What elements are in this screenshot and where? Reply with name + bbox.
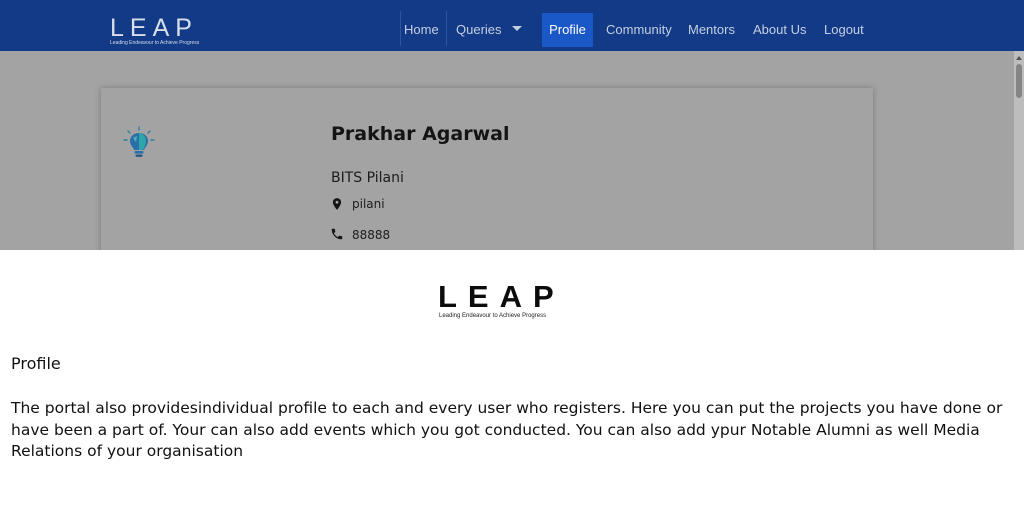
profile-institution: BITS Pilani [331,170,404,186]
nav-queries[interactable]: Queries [448,13,510,47]
profile-phone: 88888 [352,228,391,242]
lightbulb-icon [123,126,155,157]
scroll-up-arrow-icon[interactable] [1016,56,1022,60]
profile-name: Prakhar Agarwal [331,123,510,145]
nav-mentors[interactable]: Mentors [680,13,743,47]
section-description: The portal also providesindividual profi… [11,399,1003,460]
logo-wordmark: LEAP [438,279,565,314]
logo-tagline: Leading Endeavour to Achieve Progress [110,40,200,46]
nav-community[interactable]: Community [598,13,680,47]
nav-about-us[interactable]: About Us [745,13,814,47]
queries-dropdown-caret-icon[interactable] [512,26,522,31]
profile-location: pilani [352,197,385,211]
logo-tagline: Leading Endeavour to Achieve Progress [439,313,547,319]
app-screenshot: LEAP Leading Endeavour to Achieve Progre… [0,0,1024,250]
phone-icon [331,228,343,240]
nav-profile[interactable]: Profile [542,13,593,47]
nav-divider [446,11,447,46]
nav-home[interactable]: Home [396,13,447,47]
leap-logo-large: LEAP Leading Endeavour to Achieve Progre… [438,280,554,324]
section-title: Profile [11,354,61,373]
logo-wordmark: LEAP [110,14,198,42]
profile-card [101,88,873,250]
location-pin-icon [332,198,342,210]
scrollbar-thumb[interactable] [1016,64,1022,98]
top-navbar: LEAP Leading Endeavour to Achieve Progre… [0,0,1024,51]
nav-logout[interactable]: Logout [816,13,872,47]
leap-logo[interactable]: LEAP Leading Endeavour to Achieve Progre… [110,15,199,49]
